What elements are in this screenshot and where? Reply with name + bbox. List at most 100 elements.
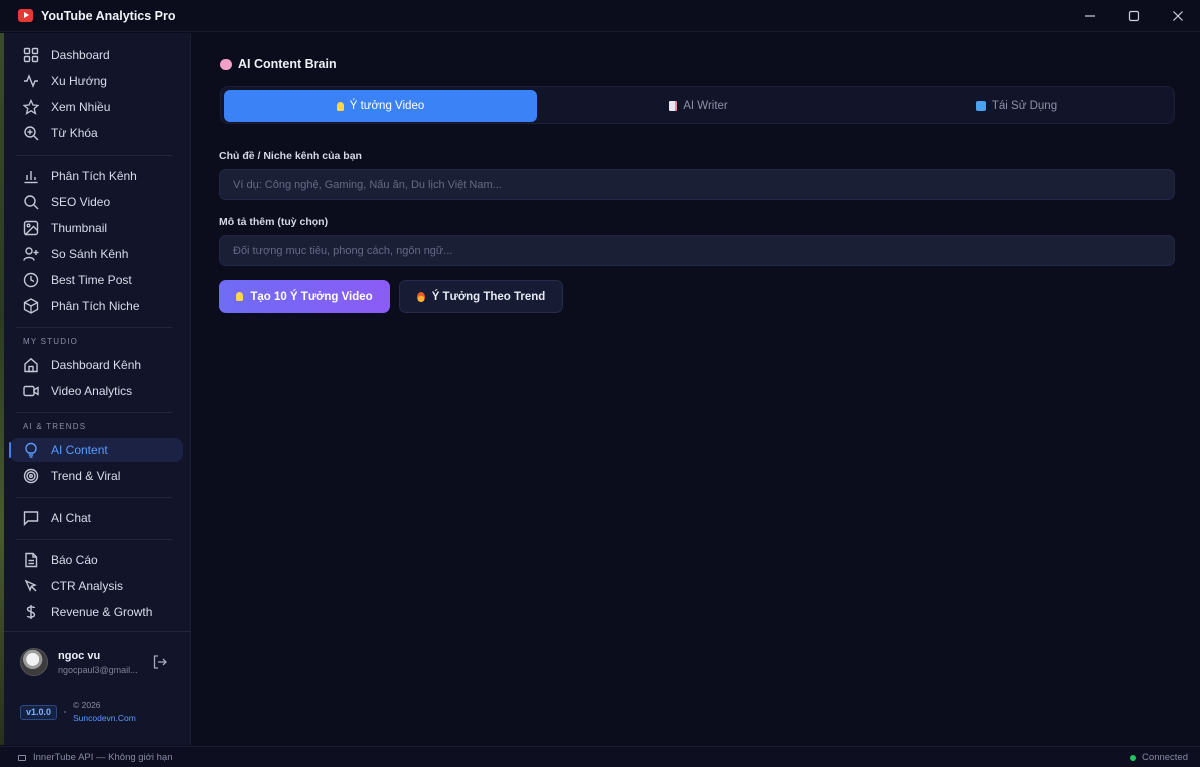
file-text-icon [22,551,40,569]
sidebar-item-label: AI Content [51,443,108,457]
sidebar-item-channel-dashboard[interactable]: Dashboard Kênh [10,353,183,377]
section-label-my-studio: MY STUDIO [23,337,79,346]
chat-icon [22,509,40,527]
connection-status-text: Connected [1142,752,1188,763]
sidebar-item-label: Trend & Viral [51,469,121,483]
tab-video-ideas[interactable]: Ý tưởng Video [224,90,537,122]
sidebar-item-label: Xu Hướng [51,74,107,88]
sidebar-item-channel-analysis[interactable]: Phân Tích Kênh [10,164,183,188]
video-icon [22,382,40,400]
sidebar-item-label: Revenue & Growth [51,605,153,619]
document-icon [669,101,678,111]
tab-reuse[interactable]: Tái Sử Dụng [860,90,1173,122]
maximize-icon [1128,10,1140,22]
description-label: Mô tả thêm (tuỳ chọn) [219,216,329,228]
maximize-button[interactable] [1112,0,1156,32]
sidebar-item-most-viewed[interactable]: Xem Nhiều [10,95,183,119]
api-status-text: InnerTube API — Không giới hạn [33,752,173,763]
sidebar-item-reports[interactable]: Báo Cáo [10,548,183,572]
tab-label: Tái Sử Dụng [991,100,1058,112]
repeat-icon [975,101,986,111]
target-icon [22,467,40,485]
minimize-icon [1085,15,1095,17]
sidebar-item-label: So Sánh Kênh [51,247,129,261]
image-icon [22,219,40,237]
sidebar-item-thumbnail[interactable]: Thumbnail [10,216,183,240]
sidebar-item-label: Từ Khóa [51,126,98,140]
page-title-text: AI Content Brain [238,57,337,71]
avatar[interactable] [20,648,48,676]
sidebar-item-dashboard[interactable]: Dashboard [10,43,183,67]
status-bar: InnerTube API — Không giới hạn Connected [0,746,1200,767]
sidebar-item-label: Best Time Post [51,273,132,287]
app-title: YouTube Analytics Pro [41,8,176,23]
sidebar-item-best-time-post[interactable]: Best Time Post [10,268,183,292]
brain-icon [220,58,232,70]
divider [16,155,172,156]
sidebar-item-ai-chat[interactable]: AI Chat [10,506,183,530]
sidebar-item-label: Phân Tích Niche [51,299,140,313]
clock-icon [22,271,40,289]
lightbulb-icon [336,101,344,111]
window-edge-strip [0,33,4,745]
sidebar-item-label: CTR Analysis [51,579,124,593]
logout-icon[interactable] [152,654,168,670]
sidebar: Dashboard Xu Hướng Xem Nhiều Từ Khóa Phâ… [0,33,191,745]
user-plus-icon [22,245,40,263]
search-plus-icon [22,124,40,142]
tab-label: Ý tưởng Video [349,100,425,112]
sidebar-item-keywords[interactable]: Từ Khóa [10,121,183,145]
box-icon [22,297,40,315]
minimize-button[interactable] [1068,0,1112,32]
copyright-text: © 2026 [73,700,101,710]
tab-ai-writer[interactable]: AI Writer [542,90,855,122]
separator-dot [64,711,66,713]
sidebar-item-label: Phân Tích Kênh [51,169,137,183]
sidebar-item-label: AI Chat [51,511,92,525]
generate-ideas-button[interactable]: Tạo 10 Ý Tưởng Video [219,280,390,313]
page-title: AI Content Brain [220,57,337,71]
close-button[interactable] [1156,0,1200,32]
monitor-icon [18,754,26,761]
sidebar-item-compare-channels[interactable]: So Sánh Kênh [10,242,183,266]
sidebar-item-revenue-growth[interactable]: Revenue & Growth [10,600,183,624]
divider [16,539,172,540]
lightbulb-icon [22,441,40,459]
sidebar-item-label: Video Analytics [51,384,133,398]
youtube-logo-icon [18,9,33,22]
sidebar-item-trends[interactable]: Xu Hướng [10,69,183,93]
activity-icon [22,72,40,90]
title-bar: YouTube Analytics Pro [0,0,1200,32]
description-input[interactable]: Đối tượng mục tiêu, phong cách, ngôn ngữ… [219,235,1175,266]
button-label: Tạo 10 Ý Tưởng Video [250,290,373,303]
site-link[interactable]: Suncodevn.Com [73,713,136,723]
button-label: Ý Tưởng Theo Trend [431,290,546,303]
sidebar-item-video-analytics[interactable]: Video Analytics [10,379,183,403]
sidebar-item-ai-content[interactable]: AI Content [9,438,183,462]
grid-icon [22,46,40,64]
dollar-icon [22,603,40,621]
sidebar-item-label: SEO Video [51,195,111,209]
lightbulb-icon [236,292,244,301]
close-icon [1173,11,1183,21]
tab-bar: Ý tưởng Video AI Writer Tái Sử Dụng [220,86,1175,124]
main-content: AI Content Brain Ý tưởng Video AI Writer… [192,33,1200,745]
topic-input[interactable]: Ví dụ: Công nghệ, Gaming, Nấu ăn, Du lịc… [219,169,1175,200]
user-profile[interactable]: ngoc vu ngocpaul3@gmail... [20,648,180,680]
cursor-icon [22,577,40,595]
trend-ideas-button[interactable]: Ý Tưởng Theo Trend [399,280,563,313]
sidebar-item-seo-video[interactable]: SEO Video [10,190,183,214]
section-label-ai-trends: AI & TRENDS [23,422,87,431]
tab-label: AI Writer [683,100,728,112]
sidebar-item-ctr-analysis[interactable]: CTR Analysis [10,574,183,598]
divider [16,412,172,413]
sidebar-item-trend-viral[interactable]: Trend & Viral [10,464,183,488]
connection-status: Connected [1130,752,1188,763]
search-icon [22,193,40,211]
sidebar-item-niche-analysis[interactable]: Phân Tích Niche [10,294,183,318]
user-email: ngocpaul3@gmail... [58,665,138,675]
sidebar-item-label: Xem Nhiều [51,100,111,114]
topic-label: Chủ đề / Niche kênh của bạn [219,150,362,162]
fire-icon [416,291,425,302]
star-icon [22,98,40,116]
